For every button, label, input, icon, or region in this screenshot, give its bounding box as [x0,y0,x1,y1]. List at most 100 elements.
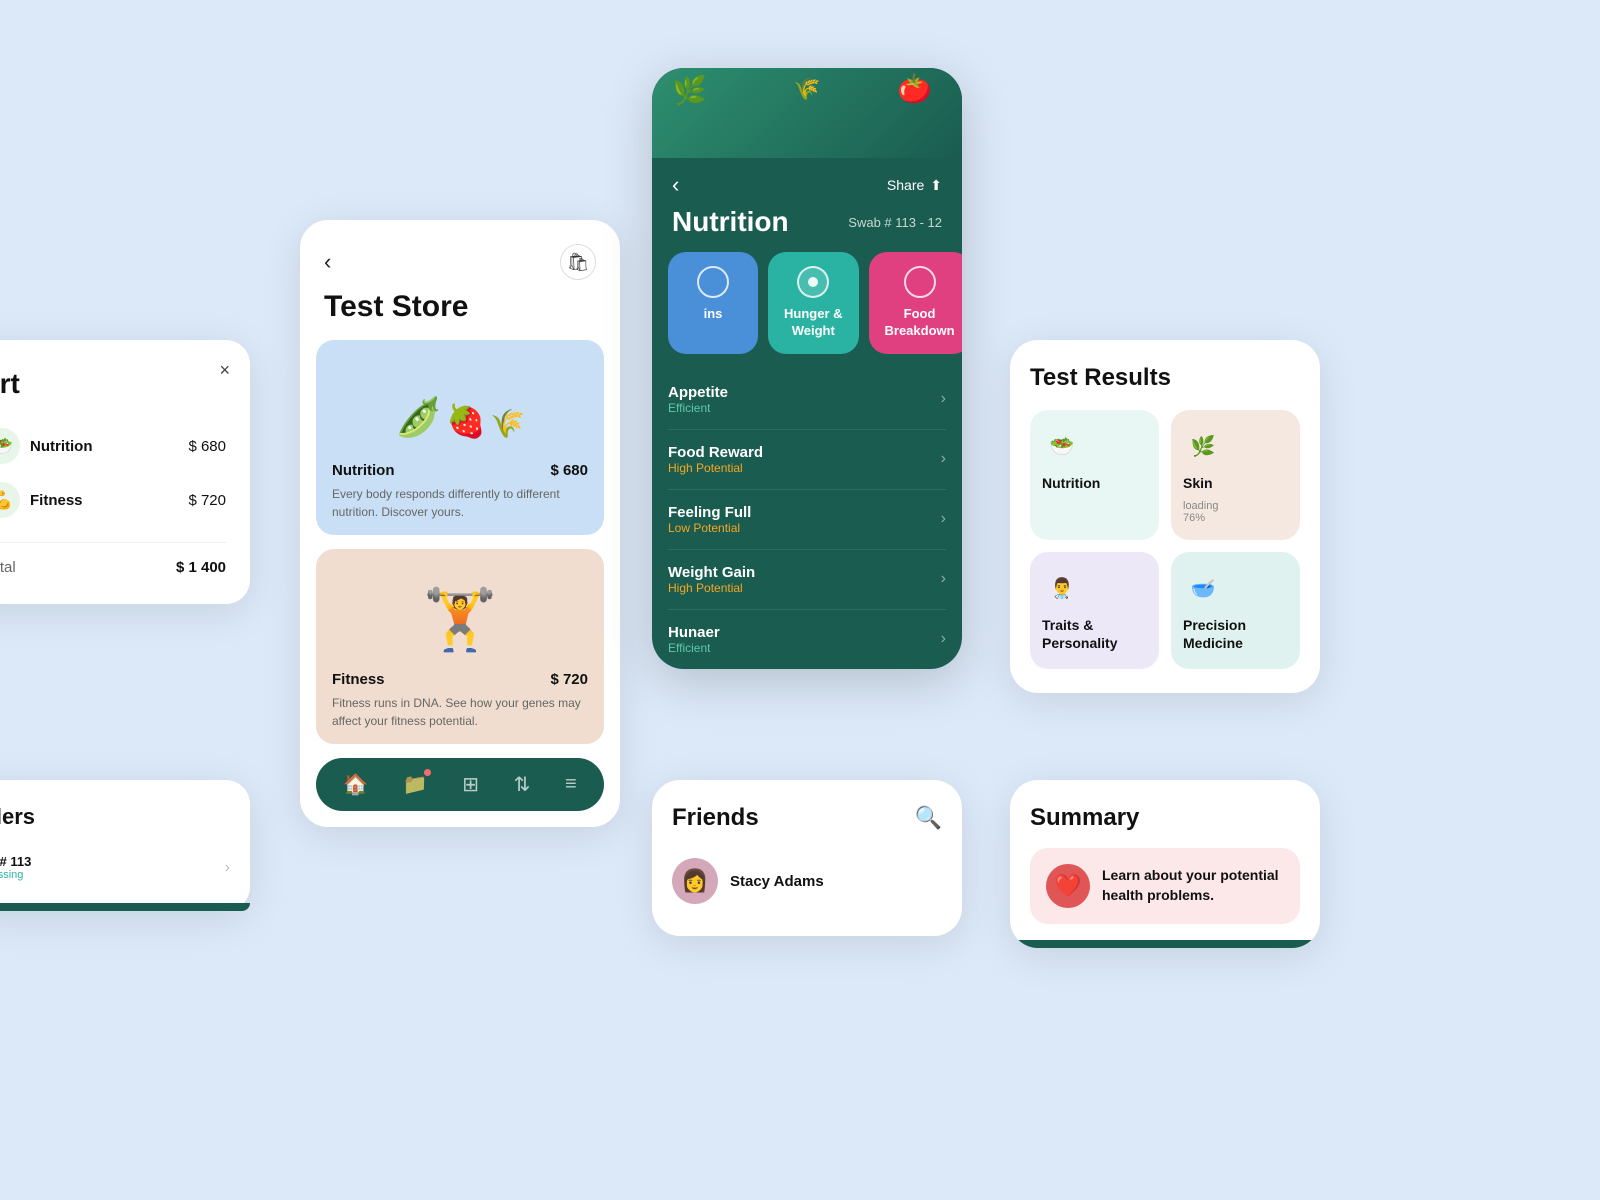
tab-vitamins-icon [697,266,729,298]
nutrition-list-item-weight-gain[interactable]: Weight Gain High Potential › [668,550,946,610]
result-precision-icon: 🥣 [1183,568,1223,608]
results-panel: Test Results 🥗 Nutrition 🌿 Skin loading7… [1010,340,1320,693]
store-nav-bar: 🏠 📁 ⊞ ⇅ ≡ [316,758,604,811]
order-status: ocessing [0,869,31,881]
summary-title: Summary [1030,804,1300,832]
nav-folder-icon[interactable]: 📁 [403,772,428,797]
item-appetite-chevron: › [941,390,946,408]
friends-item-stacy[interactable]: 👩 Stacy Adams [672,850,942,912]
item-feeling-full-status: Low Potential [668,521,751,535]
fitness-card-row: Fitness $ 720 [332,671,588,688]
orders-bottom-bar [0,903,250,911]
result-traits-name: Traits &Personality [1042,616,1117,652]
tab-food-label: FoodBreakdown [885,306,955,340]
cart-panel: × art 🥗 Nutrition $ 680 💪 Fitness $ 720 … [0,340,250,604]
orders-item[interactable]: ler # 113 ocessing › [0,844,230,891]
item-hunaer-name: Hunaer [668,624,720,641]
friends-search-icon[interactable]: 🔍 [915,805,942,831]
tab-vitamins-label: ins [704,306,723,323]
nutrition-card-price: $ 680 [550,462,588,479]
fitness-avatar: 💪 [0,482,20,518]
nutrition-list-item-food-reward[interactable]: Food Reward High Potential › [668,430,946,490]
result-card-skin[interactable]: 🌿 Skin loading76% [1171,410,1300,540]
nutrition-card-row: Nutrition $ 680 [332,462,588,479]
nutrition-list-item-feeling-full[interactable]: Feeling Full Low Potential › [668,490,946,550]
result-skin-name: Skin [1183,474,1213,492]
result-skin-sub: loading76% [1183,500,1218,524]
item-appetite-name: Appetite [668,384,728,401]
nutrition-card-name: Nutrition [332,462,394,479]
results-grid: 🥗 Nutrition 🌿 Skin loading76% 👨‍⚕️ Trait… [1030,410,1300,669]
item-hunaer-status: Efficient [668,641,720,655]
nutrition-back-button[interactable]: ‹ [672,172,679,198]
cart-item-name: Nutrition [30,438,92,455]
food-illustration: 🫛 🍓 🌾 [316,340,604,450]
summary-card-icon: ❤️ [1046,864,1090,908]
friends-title: Friends [672,804,759,832]
item-weight-gain-status: High Potential [668,581,755,595]
tab-hunger-label: Hunger &Weight [784,306,843,340]
fitness-product-card[interactable]: 🏋️ Fitness $ 720 Fitness runs in DNA. Se… [316,549,604,744]
summary-card-text: Learn about your potential health proble… [1102,866,1284,905]
friends-header: Friends 🔍 [672,804,942,832]
result-skin-icon: 🌿 [1183,426,1223,466]
orders-title: rders [0,804,230,830]
cart-close-button[interactable]: × [219,360,230,381]
nutrition-header: ‹ Share ⬆ [652,158,962,206]
nutrition-top-image: 🌿 🍅 🌾 [652,68,962,158]
item-weight-gain-name: Weight Gain [668,564,755,581]
nutrition-share-button[interactable]: Share ⬆ [887,177,942,194]
fitness-card-image: 🏋️ [316,549,604,659]
fitness-card-desc: Fitness runs in DNA. See how your genes … [332,694,588,730]
result-traits-icon: 👨‍⚕️ [1042,568,1082,608]
fitness-illustration: 🏋️ [316,549,604,659]
tab-food-breakdown[interactable]: FoodBreakdown [869,252,963,354]
result-card-traits[interactable]: 👨‍⚕️ Traits &Personality [1030,552,1159,668]
result-nutrition-icon: 🥗 [1042,426,1082,466]
cart-item: 💪 Fitness $ 720 [0,482,226,518]
summary-card[interactable]: ❤️ Learn about your potential health pro… [1030,848,1300,924]
item-hunaer-chevron: › [941,630,946,648]
nutrition-title-row: Nutrition Swab # 113 - 12 [652,206,962,252]
result-card-nutrition[interactable]: 🥗 Nutrition [1030,410,1159,540]
result-precision-name: PrecisionMedicine [1183,616,1246,652]
nav-sort-icon[interactable]: ⇅ [514,772,531,797]
stacy-avatar: 👩 [672,858,718,904]
cart-item-price: $ 680 [188,438,226,455]
nutrition-swab: Swab # 113 - 12 [848,215,942,230]
nav-filter-icon[interactable]: ≡ [565,773,577,796]
nutrition-card-desc: Every body responds differently to diffe… [332,485,588,521]
nav-home-icon[interactable]: 🏠 [343,772,368,797]
nutrition-title: Nutrition [672,206,789,238]
tab-hunger-weight[interactable]: Hunger &Weight [768,252,859,354]
item-feeling-full-name: Feeling Full [668,504,751,521]
store-back-button[interactable]: ‹ [324,249,331,275]
result-nutrition-name: Nutrition [1042,474,1100,492]
cart-title: art [0,368,226,400]
fitness-card-name: Fitness [332,671,385,688]
nutrition-tabs: ins Hunger &Weight FoodBreakdown [652,252,962,370]
item-food-reward-chevron: › [941,450,946,468]
summary-panel: Summary ❤️ Learn about your potential he… [1010,780,1320,948]
cart-total-value: $ 1 400 [176,559,226,576]
item-food-reward-name: Food Reward [668,444,763,461]
cart-total-row: Total $ 1 400 [0,542,226,576]
nutrition-list-item-appetite[interactable]: Appetite Efficient › [668,370,946,430]
tab-food-icon [904,266,936,298]
store-title: Test Store [300,280,620,340]
orders-chevron-icon: › [225,859,230,877]
result-card-precision[interactable]: 🥣 PrecisionMedicine [1171,552,1300,668]
nutrition-list-item-hunaer[interactable]: Hunaer Efficient › [668,610,946,669]
item-weight-gain-chevron: › [941,570,946,588]
nutrition-panel: 🌿 🍅 🌾 ‹ Share ⬆ Nutrition Swab # 113 - 1… [652,68,962,669]
tab-vitamins[interactable]: ins [668,252,758,354]
nav-grid-icon[interactable]: ⊞ [462,772,479,797]
item-feeling-full-chevron: › [941,510,946,528]
stacy-name: Stacy Adams [730,873,824,890]
store-panel: ‹ 🛍 Test Store 🫛 🍓 🌾 Nutrition $ 680 Eve… [300,220,620,827]
nutrition-avatar: 🥗 [0,428,20,464]
nutrition-product-card[interactable]: 🫛 🍓 🌾 Nutrition $ 680 Every body respond… [316,340,604,535]
results-title: Test Results [1030,364,1300,392]
nutrition-card-body: Nutrition $ 680 Every body responds diff… [316,450,604,535]
store-cart-icon[interactable]: 🛍 [560,244,596,280]
